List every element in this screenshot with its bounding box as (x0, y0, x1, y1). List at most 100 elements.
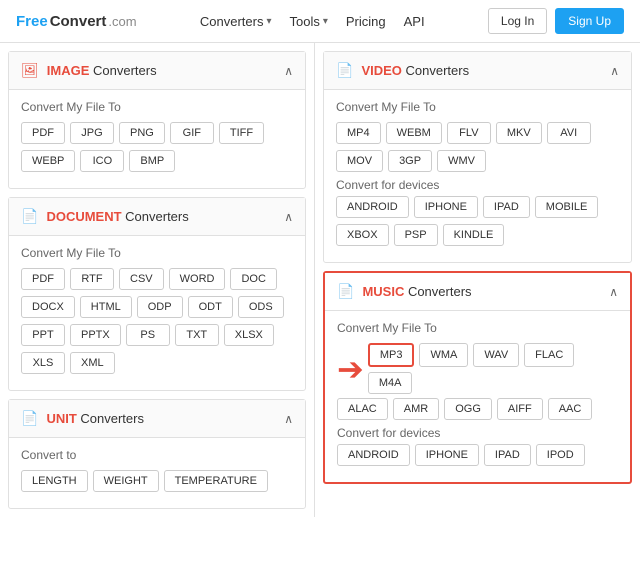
format-btn-xbox[interactable]: XBOX (336, 224, 389, 246)
format-btn-odp[interactable]: ODP (137, 296, 183, 318)
music-header-left: 📄 MUSIC Converters (337, 283, 472, 300)
unit-collapse-button[interactable]: ∧ (284, 412, 293, 426)
format-btn-csv[interactable]: CSV (119, 268, 164, 290)
format-btn-ipad-music[interactable]: IPAD (484, 444, 531, 466)
format-btn-html[interactable]: HTML (80, 296, 132, 318)
format-btn-3gp[interactable]: 3GP (388, 150, 432, 172)
format-btn-ods[interactable]: ODS (238, 296, 284, 318)
format-btn-xml[interactable]: XML (70, 352, 115, 374)
format-btn-avi[interactable]: AVI (547, 122, 591, 144)
image-converters-section: 🖼 IMAGE Converters ∧ Convert My File To … (8, 51, 306, 189)
document-convert-label: Convert My File To (21, 246, 293, 260)
music-collapse-button[interactable]: ∧ (609, 285, 618, 299)
video-formats-row2: MOV 3GP WMV (336, 150, 619, 172)
format-btn-xlsx[interactable]: XLSX (224, 324, 274, 346)
music-devices-label: Convert for devices (337, 426, 618, 440)
format-btn-m4a[interactable]: M4A (368, 372, 413, 394)
format-btn-txt[interactable]: TXT (175, 324, 219, 346)
format-btn-ipod[interactable]: IPOD (536, 444, 585, 466)
unit-convert-label: Convert to (21, 448, 293, 462)
unit-section-title: UNIT Converters (46, 411, 144, 426)
unit-section-header: 📄 UNIT Converters ∧ (9, 400, 305, 438)
format-btn-wma[interactable]: WMA (419, 343, 468, 367)
image-section-title: IMAGE Converters (47, 63, 157, 78)
format-btn-xls[interactable]: XLS (21, 352, 65, 374)
format-btn-iphone-video[interactable]: IPHONE (414, 196, 478, 218)
image-section-body: Convert My File To PDF JPG PNG GIF TIFF … (9, 90, 305, 188)
tools-label: Tools (289, 14, 319, 29)
format-btn-psp[interactable]: PSP (394, 224, 438, 246)
format-btn-gif[interactable]: GIF (170, 122, 214, 144)
header: FreeConvert.com Converters ▾ Tools ▾ Pri… (0, 0, 640, 43)
format-btn-wav[interactable]: WAV (473, 343, 519, 367)
tools-menu[interactable]: Tools ▾ (289, 14, 327, 29)
video-collapse-button[interactable]: ∧ (610, 64, 619, 78)
logo-free: Free (16, 13, 48, 30)
format-btn-flac[interactable]: FLAC (524, 343, 574, 367)
format-btn-ico[interactable]: ICO (80, 150, 124, 172)
music-arrow-row: ➔ MP3 WMA WAV FLAC M4A (337, 343, 618, 394)
logo-convert: Convert (50, 13, 107, 30)
format-btn-docx[interactable]: DOCX (21, 296, 75, 318)
video-devices-row2: XBOX PSP KINDLE (336, 224, 619, 246)
format-btn-aiff[interactable]: AIFF (497, 398, 543, 420)
format-btn-temperature[interactable]: TEMPERATURE (164, 470, 268, 492)
pricing-link[interactable]: Pricing (346, 14, 386, 29)
format-btn-amr[interactable]: AMR (393, 398, 439, 420)
format-btn-word[interactable]: WORD (169, 268, 226, 290)
format-btn-pptx[interactable]: PPTX (70, 324, 121, 346)
video-section-icon: 📄 (336, 62, 353, 79)
music-formats-row1: MP3 WMA WAV FLAC M4A (368, 343, 618, 394)
format-btn-mkv[interactable]: MKV (496, 122, 542, 144)
document-formats-row3: PPT PPTX PS TXT XLSX (21, 324, 293, 346)
format-btn-jpg[interactable]: JPG (70, 122, 114, 144)
format-btn-rtf[interactable]: RTF (70, 268, 114, 290)
format-btn-mov[interactable]: MOV (336, 150, 383, 172)
format-btn-ppt[interactable]: PPT (21, 324, 65, 346)
format-btn-mp3[interactable]: MP3 (368, 343, 415, 367)
document-header-left: 📄 DOCUMENT Converters (21, 208, 189, 225)
format-btn-tiff[interactable]: TIFF (219, 122, 264, 144)
format-btn-wmv[interactable]: WMV (437, 150, 486, 172)
unit-section-icon: 📄 (21, 410, 38, 427)
document-section-header: 📄 DOCUMENT Converters ∧ (9, 198, 305, 236)
image-collapse-button[interactable]: ∧ (284, 64, 293, 78)
unit-header-left: 📄 UNIT Converters (21, 410, 144, 427)
format-btn-aac[interactable]: AAC (548, 398, 593, 420)
image-header-left: 🖼 IMAGE Converters (21, 62, 157, 79)
format-btn-flv[interactable]: FLV (447, 122, 491, 144)
document-section-body: Convert My File To PDF RTF CSV WORD DOC … (9, 236, 305, 390)
format-btn-android-music[interactable]: ANDROID (337, 444, 410, 466)
format-btn-ogg[interactable]: OGG (444, 398, 492, 420)
format-btn-pdf-img[interactable]: PDF (21, 122, 65, 144)
format-btn-android-video[interactable]: ANDROID (336, 196, 409, 218)
format-btn-ipad-video[interactable]: IPAD (483, 196, 530, 218)
format-btn-pdf-doc[interactable]: PDF (21, 268, 65, 290)
format-btn-webm[interactable]: WEBM (386, 122, 442, 144)
format-btn-weight[interactable]: WEIGHT (93, 470, 159, 492)
format-btn-mp4[interactable]: MP4 (336, 122, 381, 144)
api-link[interactable]: API (404, 14, 425, 29)
unit-converters-section: 📄 UNIT Converters ∧ Convert to LENGTH WE… (8, 399, 306, 509)
format-btn-mobile[interactable]: MOBILE (535, 196, 599, 218)
format-btn-doc[interactable]: DOC (230, 268, 276, 290)
format-btn-bmp[interactable]: BMP (129, 150, 175, 172)
format-btn-kindle[interactable]: KINDLE (443, 224, 505, 246)
login-button[interactable]: Log In (488, 8, 547, 34)
video-convert-label: Convert My File To (336, 100, 619, 114)
format-btn-alac[interactable]: ALAC (337, 398, 388, 420)
left-column: 🖼 IMAGE Converters ∧ Convert My File To … (0, 43, 315, 517)
format-btn-webp[interactable]: WEBP (21, 150, 75, 172)
format-btn-ps[interactable]: PS (126, 324, 170, 346)
document-collapse-button[interactable]: ∧ (284, 210, 293, 224)
format-btn-iphone-music[interactable]: IPHONE (415, 444, 479, 466)
video-section-title: VIDEO Converters (361, 63, 469, 78)
format-btn-length[interactable]: LENGTH (21, 470, 88, 492)
signup-button[interactable]: Sign Up (555, 8, 624, 34)
auth-buttons: Log In Sign Up (488, 8, 624, 34)
converters-menu[interactable]: Converters ▾ (200, 14, 272, 29)
logo[interactable]: FreeConvert.com (16, 13, 137, 30)
format-btn-odt[interactable]: ODT (188, 296, 233, 318)
image-convert-label: Convert My File To (21, 100, 293, 114)
format-btn-png[interactable]: PNG (119, 122, 165, 144)
